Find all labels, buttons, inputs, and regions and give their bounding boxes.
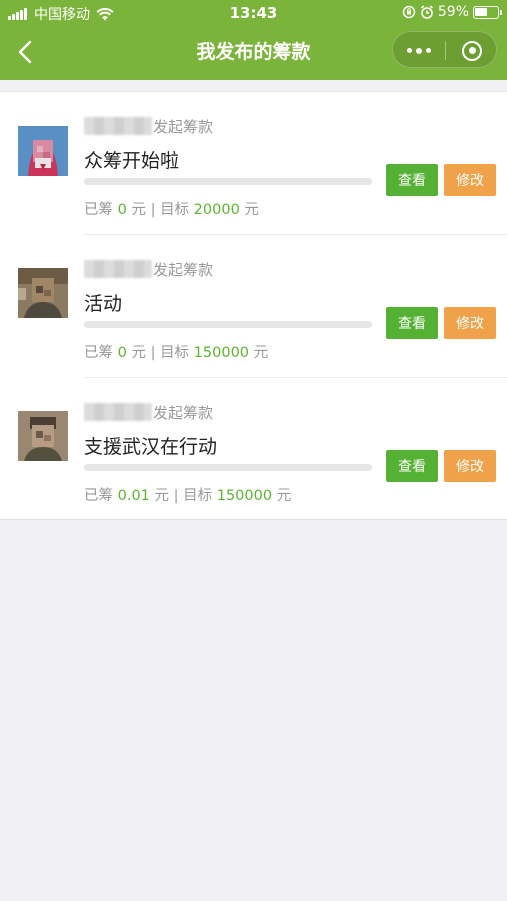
more-button[interactable] [393, 32, 445, 69]
campaign-title: 支援武汉在行动 [84, 436, 218, 458]
edit-button[interactable]: 修改 [444, 450, 496, 482]
progress-bar [84, 178, 372, 185]
stats-separator: | [173, 488, 179, 504]
target-close-icon [462, 40, 482, 61]
raised-label: 已筹 [84, 345, 113, 361]
campaign-title: 活动 [84, 293, 123, 315]
navigation-bar: 我发布的筹款 [0, 25, 507, 80]
target-value: 20000 [193, 202, 240, 218]
campaign-item: 发起筹款 众筹开始啦 已筹 0 元 | 目标 20000 元 查看 修改 [0, 92, 507, 235]
campaign-item: 发起筹款 活动 已筹 0 元 | 目标 150000 元 查看 修改 [0, 235, 507, 378]
avatar-image [18, 411, 68, 461]
campaign-title: 众筹开始啦 [84, 150, 180, 172]
raised-value: 0.01 [117, 488, 150, 504]
app-header: 中国移动 13:43 59% 我发布的筹款 [0, 0, 507, 80]
close-mini-program-button[interactable] [446, 32, 498, 69]
avatar [18, 126, 68, 176]
progress-bar [84, 464, 372, 471]
progress-bar [84, 321, 372, 328]
initiator-name-redacted [84, 403, 152, 421]
battery-icon [473, 5, 502, 19]
rotation-lock-icon [402, 5, 416, 19]
target-value: 150000 [193, 345, 250, 361]
stats-separator: | [150, 202, 156, 218]
target-unit: 元 [244, 202, 259, 218]
target-unit: 元 [276, 488, 292, 504]
initiator-name-redacted [84, 260, 152, 278]
target-label: 目标 [160, 202, 190, 218]
initiator-line: 发起筹款 [84, 259, 213, 280]
target-value: 150000 [216, 488, 273, 504]
status-bar: 中国移动 13:43 59% [0, 0, 507, 25]
raised-value: 0 [117, 345, 127, 361]
initiator-suffix: 发起筹款 [153, 261, 214, 279]
stats-separator: | [150, 345, 156, 361]
initiator-suffix: 发起筹款 [153, 118, 214, 136]
view-button[interactable]: 查看 [386, 164, 438, 196]
raised-value: 0 [117, 202, 127, 218]
alarm-icon [420, 5, 433, 19]
avatar-image [18, 126, 68, 176]
campaign-item: 发起筹款 支援武汉在行动 已筹 0.01 元 | 目标 150000 元 查看 … [0, 378, 507, 521]
raised-label: 已筹 [84, 488, 113, 504]
target-label: 目标 [160, 345, 190, 361]
target-label: 目标 [183, 488, 213, 504]
campaign-stats: 已筹 0 元 | 目标 150000 元 [84, 341, 268, 362]
chevron-left-icon [18, 40, 32, 64]
avatar [18, 268, 68, 318]
edit-button[interactable]: 修改 [444, 307, 496, 339]
raised-unit: 元 [131, 345, 146, 361]
view-button[interactable]: 查看 [386, 450, 438, 482]
battery-percent: 59% [437, 4, 469, 20]
view-button[interactable]: 查看 [386, 307, 438, 339]
initiator-line: 发起筹款 [84, 402, 213, 423]
campaign-stats: 已筹 0.01 元 | 目标 150000 元 [84, 484, 291, 505]
campaign-list: 发起筹款 众筹开始啦 已筹 0 元 | 目标 20000 元 查看 修改 发起筹… [0, 91, 507, 520]
status-right: 59% [402, 4, 502, 20]
target-unit: 元 [253, 345, 269, 361]
raised-unit: 元 [154, 488, 170, 504]
raised-unit: 元 [131, 202, 146, 218]
campaign-stats: 已筹 0 元 | 目标 20000 元 [84, 198, 259, 219]
avatar [18, 411, 68, 461]
mini-program-capsule [392, 31, 497, 68]
back-button[interactable] [10, 37, 40, 67]
more-dots-icon [405, 47, 433, 54]
avatar-image [18, 268, 68, 318]
initiator-suffix: 发起筹款 [153, 404, 214, 422]
initiator-line: 发起筹款 [84, 116, 213, 137]
raised-label: 已筹 [84, 202, 113, 218]
edit-button[interactable]: 修改 [444, 164, 496, 196]
initiator-name-redacted [84, 117, 152, 135]
